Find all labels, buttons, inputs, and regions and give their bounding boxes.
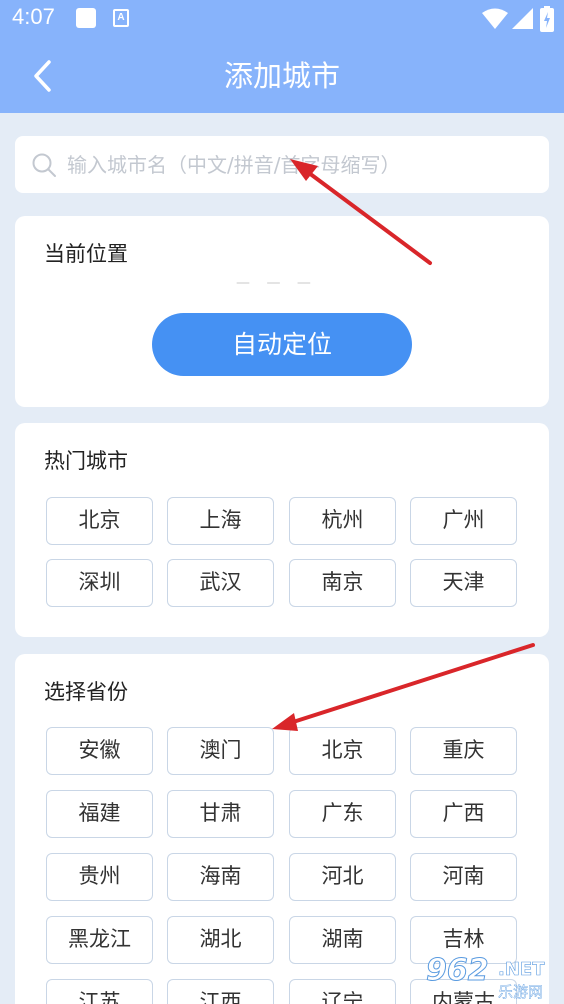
province-chip[interactable]: 北京 [289,727,396,775]
hot-cities-card: 热门城市 北京 上海 杭州 广州 深圳 武汉 南京 天津 [15,423,549,637]
province-chip[interactable]: 甘肃 [167,790,274,838]
hot-city-chip[interactable]: 上海 [167,497,274,545]
notification-a-icon: A [113,9,129,27]
provinces-card: 选择省份 安徽 澳门 北京 重庆 福建 甘肃 广东 广西 贵州 海南 河北 河南… [15,654,549,1004]
notification-square-icon [76,8,96,28]
status-time: 4:07 [12,4,55,29]
hot-cities-title: 热门城市 [44,449,128,473]
hot-city-chip[interactable]: 南京 [289,559,396,607]
site-watermark-logo: 962 .NET 乐游网 [426,953,564,1004]
province-chip[interactable]: 湖北 [167,916,274,964]
province-chip[interactable]: 江苏 [46,979,153,1004]
watermark-suffix: .NET [498,959,545,981]
search-box[interactable] [15,136,549,193]
hot-city-chip[interactable]: 北京 [46,497,153,545]
status-bar: 4:07 A [0,0,564,38]
provinces-title: 选择省份 [44,680,128,704]
page-title: 添加城市 [223,59,340,93]
wifi-icon [482,8,508,29]
current-location-value: — — — [236,275,317,291]
hot-city-chip[interactable]: 深圳 [46,559,153,607]
current-location-title: 当前位置 [44,242,128,266]
province-chip[interactable]: 广西 [410,790,517,838]
app-header: 4:07 A 添加城市 [0,0,564,113]
province-chip[interactable]: 黑龙江 [46,916,153,964]
current-location-card: 当前位置 — — — 自动定位 [15,216,549,407]
watermark-number: 962 [426,953,490,989]
search-icon [32,153,56,177]
province-chip[interactable]: 河南 [410,853,517,901]
province-chip[interactable]: 广东 [289,790,396,838]
province-chip[interactable]: 重庆 [410,727,517,775]
province-chip[interactable]: 安徽 [46,727,153,775]
hot-city-chip[interactable]: 杭州 [289,497,396,545]
province-chip[interactable]: 海南 [167,853,274,901]
battery-icon [540,6,554,32]
hot-city-chip[interactable]: 武汉 [167,559,274,607]
province-chip[interactable]: 湖南 [289,916,396,964]
hot-city-chip[interactable]: 天津 [410,559,517,607]
province-chip[interactable]: 贵州 [46,853,153,901]
auto-locate-button[interactable]: 自动定位 [152,313,412,376]
province-chip[interactable]: 江西 [167,979,274,1004]
province-chip[interactable]: 福建 [46,790,153,838]
search-input[interactable] [67,144,527,185]
province-chip[interactable]: 辽宁 [289,979,396,1004]
province-chip[interactable]: 澳门 [167,727,274,775]
cell-signal-icon [512,8,533,29]
watermark-text: 乐游网 [498,983,544,1001]
province-chip[interactable]: 河北 [289,853,396,901]
hot-city-chip[interactable]: 广州 [410,497,517,545]
